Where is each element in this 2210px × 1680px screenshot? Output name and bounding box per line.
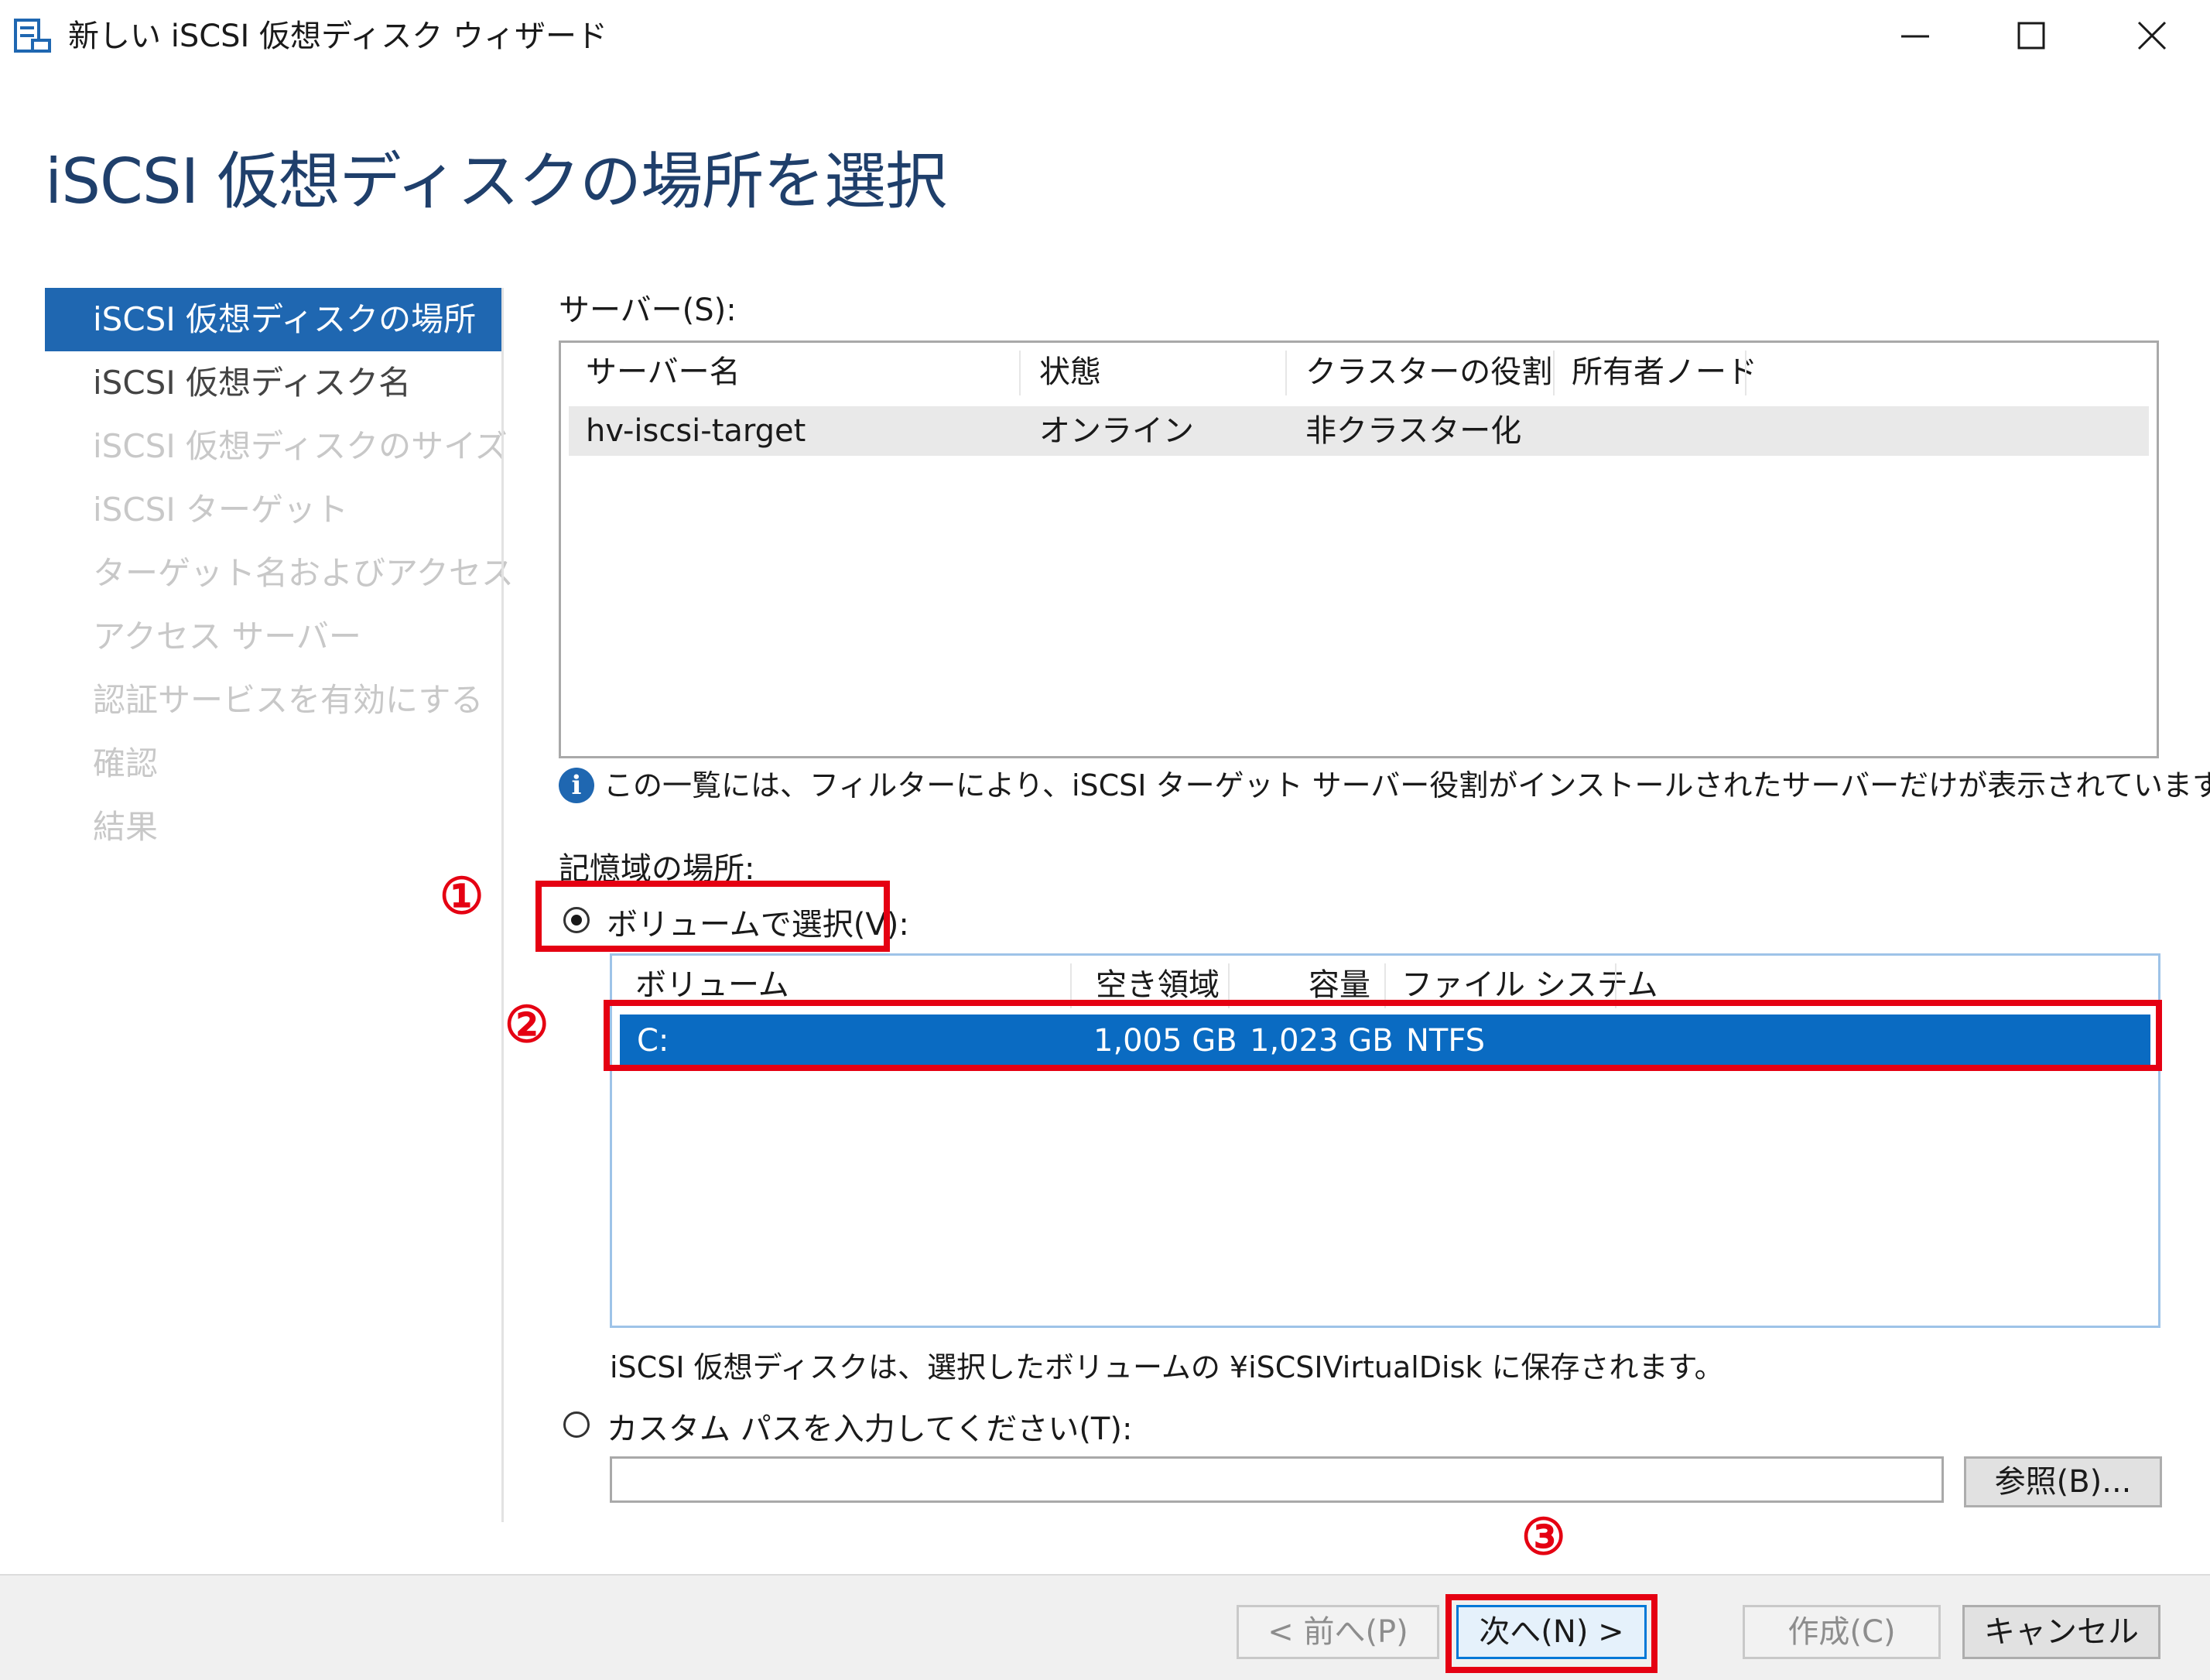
column-header-status[interactable]: 状態 <box>1039 343 1101 402</box>
table-row[interactable]: hv-iscsi-target オンライン 非クラスター化 <box>569 406 2149 456</box>
nav-step-7: 認証サービスを有効にする <box>93 681 484 719</box>
server-cluster-role-cell: 非クラスター化 <box>1305 413 1522 449</box>
nav-step-2[interactable]: iSCSI 仮想ディスク名 <box>45 351 501 415</box>
column-separator <box>1019 351 1021 395</box>
annotation-step2: ② <box>505 996 549 1054</box>
custom-path-radio[interactable] <box>563 1411 590 1438</box>
server-table[interactable]: サーバー名 状態 クラスターの役割 所有者ノード hv-iscsi-target… <box>559 340 2159 758</box>
annotation-box-step1 <box>535 881 890 952</box>
nav-step-3: iSCSI 仮想ディスクのサイズ <box>93 427 508 465</box>
custom-path-input[interactable] <box>610 1456 1944 1503</box>
nav-divider <box>501 288 504 1522</box>
wizard-app-icon <box>12 15 54 57</box>
previous-button[interactable]: < 前へ(P) <box>1237 1605 1439 1659</box>
close-button[interactable] <box>2094 0 2210 71</box>
column-separator <box>1285 351 1287 395</box>
page-title: iSCSI 仮想ディスクの場所を選択 <box>45 145 947 217</box>
annotation-step3: ③ <box>1521 1508 1566 1566</box>
info-icon: i <box>559 768 594 803</box>
volume-note: iSCSI 仮想ディスクは、選択したボリュームの ¥iSCSIVirtualDi… <box>610 1350 1724 1384</box>
annotation-box-step2 <box>604 1000 2162 1071</box>
minimize-icon <box>1901 35 1929 38</box>
annotation-step1: ① <box>440 867 484 926</box>
nav-step-9: 結果 <box>93 808 159 846</box>
server-name-cell: hv-iscsi-target <box>586 413 806 449</box>
create-button[interactable]: 作成(C) <box>1743 1605 1941 1659</box>
annotation-box-step3 <box>1445 1594 1658 1673</box>
close-icon <box>2137 21 2167 50</box>
custom-path-radio-label[interactable]: カスタム パスを入力してください(T): <box>607 1404 1132 1449</box>
browse-button[interactable]: 参照(B)... <box>1964 1456 2162 1507</box>
nav-step-8: 確認 <box>93 744 159 782</box>
minimize-button[interactable] <box>1857 0 1973 71</box>
column-separator <box>1745 351 1746 395</box>
column-header-cluster-role[interactable]: クラスターの役割 <box>1305 343 1552 402</box>
window-title: 新しい iSCSI 仮想ディスク ウィザード <box>68 19 607 54</box>
info-message: この一覧には、フィルターにより、iSCSI ターゲット サーバー役割がインストー… <box>604 768 2210 802</box>
nav-step-5: ターゲット名およびアクセス <box>93 554 514 592</box>
title-bar: 新しい iSCSI 仮想ディスク ウィザード <box>0 0 2210 71</box>
nav-step-6: アクセス サーバー <box>93 618 361 655</box>
nav-step-4: iSCSI ターゲット <box>93 491 349 529</box>
server-status-cell: オンライン <box>1039 413 1194 449</box>
column-header-server-name[interactable]: サーバー名 <box>586 343 741 402</box>
maximize-icon <box>2017 22 2045 50</box>
column-separator <box>1553 351 1555 395</box>
column-header-owner-node[interactable]: 所有者ノード <box>1572 343 1757 402</box>
cancel-button[interactable]: キャンセル <box>1962 1605 2160 1659</box>
server-label: サーバー(S): <box>559 293 737 328</box>
nav-step-1[interactable]: iSCSI 仮想ディスクの場所 <box>45 288 501 351</box>
wizard-step-nav: iSCSI 仮想ディスクの場所 iSCSI 仮想ディスク名 iSCSI 仮想ディスク… <box>45 288 514 859</box>
maximize-button[interactable] <box>1973 0 2089 71</box>
